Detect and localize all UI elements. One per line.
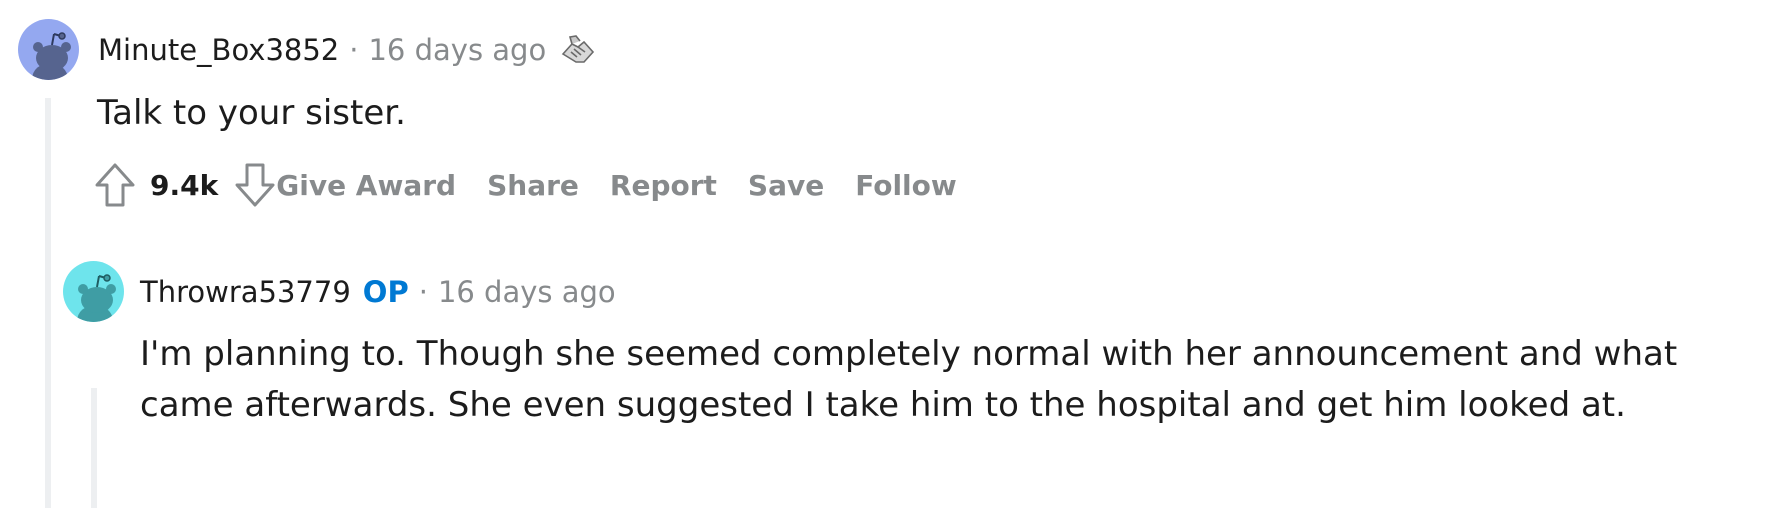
share-button[interactable]: Share: [487, 169, 579, 202]
thread-line[interactable]: [45, 98, 51, 508]
handshake-award-icon[interactable]: [560, 32, 596, 68]
timestamp[interactable]: 16 days ago: [438, 275, 616, 309]
timestamp[interactable]: 16 days ago: [368, 33, 546, 67]
comment-meta: Minute_Box3852 · 16 days ago: [98, 30, 596, 70]
comment-actions: 9.4k Give Award Share Report Save Follow: [94, 157, 988, 213]
username[interactable]: Throwra53779: [140, 275, 351, 309]
vote-score: 9.4k: [150, 168, 219, 202]
give-award-button[interactable]: Give Award: [276, 169, 456, 202]
thread-line-reply[interactable]: [91, 388, 97, 508]
snoo-avatar-icon: [77, 274, 116, 322]
reply-body-line: came afterwards. She even suggested I ta…: [140, 385, 1626, 425]
downvote-icon[interactable]: [234, 162, 276, 208]
avatar[interactable]: [18, 19, 79, 80]
reply-meta: Throwra53779 OP · 16 days ago: [140, 272, 616, 312]
upvote-icon[interactable]: [94, 162, 136, 208]
save-button[interactable]: Save: [748, 169, 824, 202]
meta-separator: ·: [349, 33, 359, 67]
comment-body: Talk to your sister.: [97, 93, 406, 133]
reply-body: I'm planning to. Though she seemed compl…: [140, 329, 1677, 431]
reply-avatar[interactable]: [63, 261, 124, 322]
report-button[interactable]: Report: [610, 169, 717, 202]
meta-separator: ·: [418, 275, 428, 309]
reply-body-line: I'm planning to. Though she seemed compl…: [140, 334, 1678, 374]
op-badge: OP: [362, 275, 409, 309]
snoo-avatar-icon: [32, 32, 71, 80]
follow-button[interactable]: Follow: [855, 169, 957, 202]
username[interactable]: Minute_Box3852: [98, 33, 339, 67]
